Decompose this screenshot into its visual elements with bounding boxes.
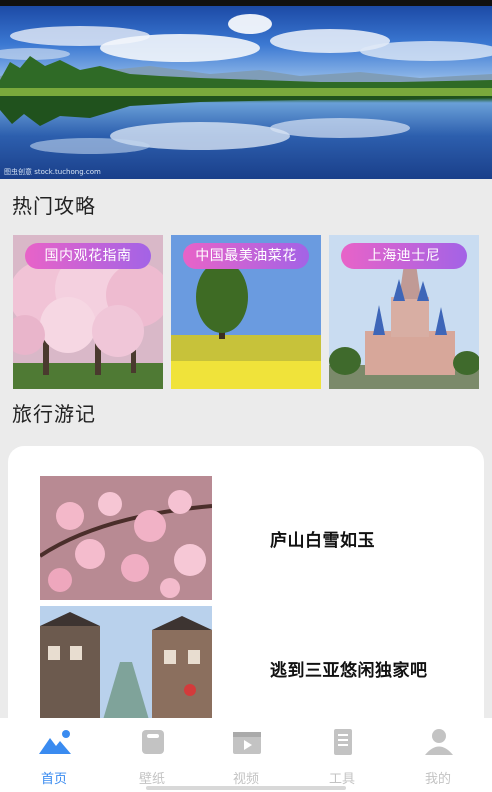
- hero-banner-image[interactable]: 图虫创意 stock.tuchong.com: [0, 6, 492, 179]
- video-icon: [233, 732, 261, 754]
- tab-wallpaper[interactable]: 壁纸: [103, 718, 201, 792]
- mountain-home-icon: [39, 730, 71, 754]
- tab-label: 我的: [424, 772, 451, 787]
- notebook-tool-icon: [334, 729, 352, 755]
- guide-pill-label: 上海迪士尼: [341, 243, 467, 269]
- tab-profile[interactable]: 我的: [389, 718, 487, 792]
- tab-label: 首页: [40, 772, 67, 787]
- wallpaper-icon: [142, 730, 164, 754]
- tab-tools[interactable]: 工具: [293, 718, 391, 792]
- tab-home[interactable]: 首页: [5, 718, 103, 792]
- plum-blossom-photo: [40, 476, 212, 600]
- note-title: 庐山白雪如玉: [270, 531, 375, 551]
- hot-guides-heading: 热门攻略: [12, 194, 96, 218]
- banner-watermark: 图虫创意 stock.tuchong.com: [4, 168, 101, 176]
- home-indicator: [146, 786, 346, 790]
- guide-pill-label: 中国最美油菜花: [183, 243, 309, 269]
- guide-card-rapeseed[interactable]: 中国最美油菜花: [171, 235, 321, 389]
- travel-note-item[interactable]: 庐山白雪如玉: [8, 476, 484, 600]
- note-thumbnail: [40, 606, 212, 730]
- travel-notes-heading: 旅行游记: [12, 402, 96, 426]
- guide-card-disney[interactable]: 上海迪士尼: [329, 235, 479, 389]
- tab-label: 视频: [232, 772, 259, 787]
- tab-label: 壁纸: [138, 772, 165, 787]
- water-town-photo: [40, 606, 212, 730]
- travel-note-item[interactable]: 逃到三亚悠闲独家吧: [8, 606, 484, 730]
- guide-pill-label: 国内观花指南: [25, 243, 151, 269]
- tab-video[interactable]: 视频: [197, 718, 295, 792]
- user-icon: [425, 729, 453, 755]
- lake-landscape-illustration: [0, 14, 492, 154]
- tab-label: 工具: [328, 772, 355, 787]
- bottom-tab-bar: 首页 壁纸 视频 工具 我的: [0, 718, 492, 792]
- note-thumbnail: [40, 476, 212, 600]
- guide-card-flowers[interactable]: 国内观花指南: [13, 235, 163, 389]
- note-title: 逃到三亚悠闲独家吧: [270, 661, 428, 681]
